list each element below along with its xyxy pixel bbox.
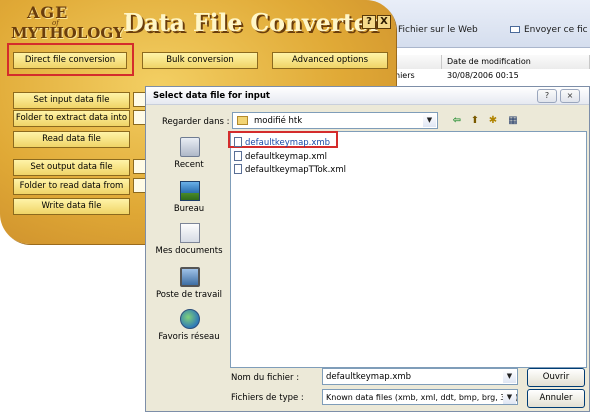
dialog-titlebar[interactable]: Select data file for input ? ×	[146, 87, 589, 105]
places-item-recent[interactable]: Recent	[149, 137, 229, 181]
places-item-label: Recent	[174, 160, 204, 170]
places-item-label: Bureau	[173, 204, 205, 214]
places-bar: Recent Bureau Mes documents Poste de tra…	[149, 135, 229, 407]
look-in-value: modifié htk	[254, 116, 303, 126]
views-menu-icon[interactable]: ▦	[506, 115, 520, 127]
places-item-my-computer[interactable]: Poste de travail	[149, 267, 229, 311]
list-item-modified: 30/08/2006 00:15	[447, 71, 519, 80]
list-item[interactable]: defaultkeymapTTok.xml	[234, 164, 346, 176]
explorer-file-list: Date de modification hiers 30/08/2006 00…	[370, 50, 590, 90]
desktop-icon	[180, 181, 200, 201]
places-item-label: Favoris réseau	[158, 332, 220, 342]
my-documents-icon	[180, 223, 200, 243]
file-type-value: Known data files (xmb, xml, ddt, bmp, br…	[326, 393, 518, 402]
list-item[interactable]: defaultkeymap.xmb	[234, 137, 330, 149]
toolbar-mail-button[interactable]: Envoyer ce fic	[510, 25, 588, 35]
file-name-value: defaultkeymap.xmb	[326, 372, 412, 382]
file-name: defaultkeymap.xmb	[245, 138, 331, 148]
file-name: defaultkeymap.xml	[245, 152, 328, 162]
write-data-file-button[interactable]: Write data file	[13, 198, 130, 215]
toolbar-mail-label: Envoyer ce fic	[524, 25, 588, 35]
file-name: defaultkeymapTTok.xml	[245, 165, 346, 175]
up-folder-icon[interactable]: ⬆	[468, 115, 482, 127]
help-button[interactable]: ?	[362, 15, 376, 29]
folder-to-read-button[interactable]: Folder to read data from	[13, 178, 130, 195]
file-type-label: Fichiers de type :	[231, 393, 304, 403]
file-name-label: Nom du fichier :	[231, 373, 300, 383]
dialog-close-button[interactable]: ×	[560, 89, 580, 103]
places-item-desktop[interactable]: Bureau	[149, 181, 229, 225]
look-in-dropdown[interactable]: modifié htk ▼	[232, 112, 438, 129]
back-arrow-icon[interactable]: ⇦	[450, 115, 464, 127]
toolbar-web-button[interactable]: Fichier sur le Web	[398, 25, 478, 35]
xmb-file-icon	[234, 137, 242, 147]
file-name-input[interactable]: defaultkeymap.xmb ▼	[322, 368, 518, 385]
cancel-button[interactable]: Annuler	[527, 389, 585, 408]
logo-age-text: AGE	[27, 3, 69, 22]
chevron-down-icon[interactable]: ▼	[503, 391, 516, 404]
file-type-select[interactable]: Known data files (xmb, xml, ddt, bmp, br…	[322, 389, 518, 405]
recent-icon	[180, 137, 200, 157]
list-item-type: hiers	[395, 71, 415, 80]
network-places-icon	[180, 309, 200, 329]
dialog-title: Select data file for input	[153, 91, 270, 101]
xml-file-icon	[234, 164, 242, 174]
app-title: Data File Converter	[123, 8, 381, 37]
folder-icon	[237, 116, 248, 125]
select-data-file-dialog: Select data file for input ? × Regarder …	[145, 86, 590, 412]
list-item[interactable]: hiers 30/08/2006 00:15	[370, 69, 590, 83]
tab-bulk-conversion[interactable]: Bulk conversion	[142, 52, 258, 69]
places-item-my-documents[interactable]: Mes documents	[149, 223, 229, 267]
look-in-label: Regarder dans :	[162, 117, 230, 127]
folder-to-extract-button[interactable]: Folder to extract data into	[13, 110, 130, 127]
new-folder-icon[interactable]: ✱	[486, 115, 500, 127]
logo-mythology-text: MYTHOLOGY	[11, 24, 124, 42]
dialog-help-button[interactable]: ?	[537, 89, 557, 103]
my-computer-icon	[180, 267, 200, 287]
envelope-icon	[510, 26, 520, 33]
chevron-down-icon[interactable]: ▼	[503, 370, 516, 383]
places-item-network[interactable]: Favoris réseau	[149, 309, 229, 353]
places-item-label: Mes documents	[155, 246, 223, 256]
set-output-data-file-button[interactable]: Set output data file	[13, 159, 130, 176]
tab-advanced-options[interactable]: Advanced options	[272, 52, 388, 69]
column-header-modified[interactable]: Date de modification	[442, 55, 590, 69]
open-button[interactable]: Ouvrir	[527, 368, 585, 387]
close-button[interactable]: X	[377, 15, 391, 29]
set-input-data-file-button[interactable]: Set input data file	[13, 92, 130, 109]
places-item-label: Poste de travail	[155, 290, 223, 300]
tab-direct-file-conversion[interactable]: Direct file conversion	[13, 52, 127, 69]
age-of-mythology-logo: AGE of MYTHOLOGY	[11, 3, 124, 43]
list-item[interactable]: defaultkeymap.xml	[234, 151, 327, 163]
chevron-down-icon[interactable]: ▼	[423, 114, 436, 127]
xml-file-icon	[234, 151, 242, 161]
read-data-file-button[interactable]: Read data file	[13, 131, 130, 148]
